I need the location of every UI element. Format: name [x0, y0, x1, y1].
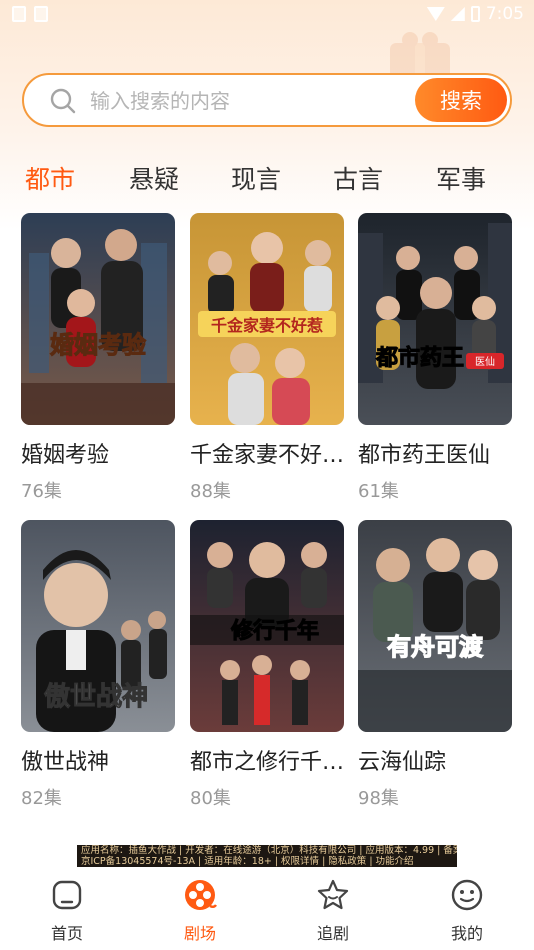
drama-card[interactable]: 有舟可渡 云海仙踪 98集	[358, 520, 512, 810]
nav-profile[interactable]: 我的	[427, 878, 507, 944]
drama-poster[interactable]: 傲世战神	[21, 520, 175, 732]
category-tabs: 都市 悬疑 现言 古言 军事	[0, 160, 534, 200]
nav-home-label: 首页	[50, 924, 83, 943]
drama-poster[interactable]: 修行千年	[190, 520, 344, 732]
drama-title: 傲世战神	[21, 750, 110, 775]
drama-poster[interactable]: 都市药王 医仙	[358, 213, 512, 425]
episode-count: 98集	[358, 788, 399, 809]
drama-poster[interactable]: 千金家妻不好惹	[190, 213, 344, 425]
tab-ancient-romance[interactable]: 古言	[333, 160, 383, 196]
signal-icon	[450, 7, 465, 21]
status-bar: 7:05	[0, 0, 534, 30]
drama-title: 婚姻考验	[21, 443, 110, 468]
poster-title-text: 傲世战神	[44, 681, 148, 712]
nav-profile-label: 我的	[450, 924, 483, 943]
tab-suspense[interactable]: 悬疑	[129, 160, 179, 196]
app-info-banner[interactable]: 应用名称：插鱼大作战 | 开发者：在线途游（北京）科技有限公司 | 应用版本：4…	[77, 845, 457, 867]
status-time: 7:05	[485, 4, 524, 24]
wifi-icon	[426, 7, 445, 21]
notification-icons	[12, 6, 48, 22]
nav-following-label: 追剧	[316, 924, 349, 943]
tab-modern-romance[interactable]: 现言	[231, 160, 281, 196]
episode-count: 61集	[358, 481, 399, 502]
nav-home[interactable]: 首页	[27, 878, 107, 944]
drama-title: 都市药王医仙	[358, 443, 491, 468]
poster-title-text: 千金家妻不好惹	[211, 316, 323, 335]
drama-card[interactable]: 修行千年 都市之修行千… 80集	[190, 520, 344, 810]
film-reel-icon	[185, 880, 217, 910]
drama-card[interactable]: 都市药王 医仙 都市药王医仙 61集	[358, 213, 512, 503]
episode-count: 88集	[190, 481, 231, 502]
drama-poster[interactable]: 婚姻考验	[21, 213, 175, 425]
banner-line-2: 京ICP备13045574号-13A | 适用年龄：18+ | 权限详情 | 隐…	[81, 856, 414, 867]
bottom-navigation: 首页 剧场 追剧 我的	[0, 870, 534, 950]
search-icon	[50, 88, 76, 114]
episode-count: 82集	[21, 788, 62, 809]
battery-icon	[470, 6, 480, 22]
system-icons: 7:05	[426, 4, 524, 24]
search-input[interactable]	[90, 84, 420, 118]
home-icon	[52, 880, 82, 910]
poster-badge-text: 医仙	[475, 355, 495, 368]
episode-count: 80集	[190, 788, 231, 809]
drama-title: 千金家妻不好…	[190, 443, 344, 468]
tab-urban[interactable]: 都市	[25, 160, 75, 196]
poster-title-text: 修行千年	[230, 618, 319, 644]
nav-following[interactable]: 追剧	[293, 878, 373, 944]
drama-title: 云海仙踪	[358, 750, 447, 775]
search-bar: 搜索	[22, 73, 512, 127]
poster-title-text: 有舟可渡	[387, 632, 484, 661]
drama-card[interactable]: 千金家妻不好惹 千金家妻不好… 88集	[190, 213, 344, 503]
drama-title: 都市之修行千…	[190, 750, 344, 775]
drama-card[interactable]: 傲世战神 傲世战神 82集	[21, 520, 175, 810]
nav-theater-label: 剧场	[183, 924, 216, 943]
poster-title-text: 都市药王	[375, 345, 464, 371]
drama-card[interactable]: 婚姻考验 婚姻考验 76集	[21, 213, 175, 503]
poster-title-text: 婚姻考验	[50, 330, 146, 359]
drama-poster[interactable]: 有舟可渡	[358, 520, 512, 732]
episode-count: 76集	[21, 481, 62, 502]
smile-face-icon	[451, 879, 483, 911]
search-button[interactable]: 搜索	[415, 78, 507, 122]
app-notification-icon	[34, 6, 48, 22]
notification-icon	[12, 6, 26, 22]
banner-line-1: 应用名称：插鱼大作战 | 开发者：在线途游（北京）科技有限公司 | 应用版本：4…	[81, 845, 457, 856]
tab-military[interactable]: 军事	[436, 160, 486, 196]
nav-theater[interactable]: 剧场	[160, 878, 240, 944]
star-icon	[317, 879, 349, 910]
